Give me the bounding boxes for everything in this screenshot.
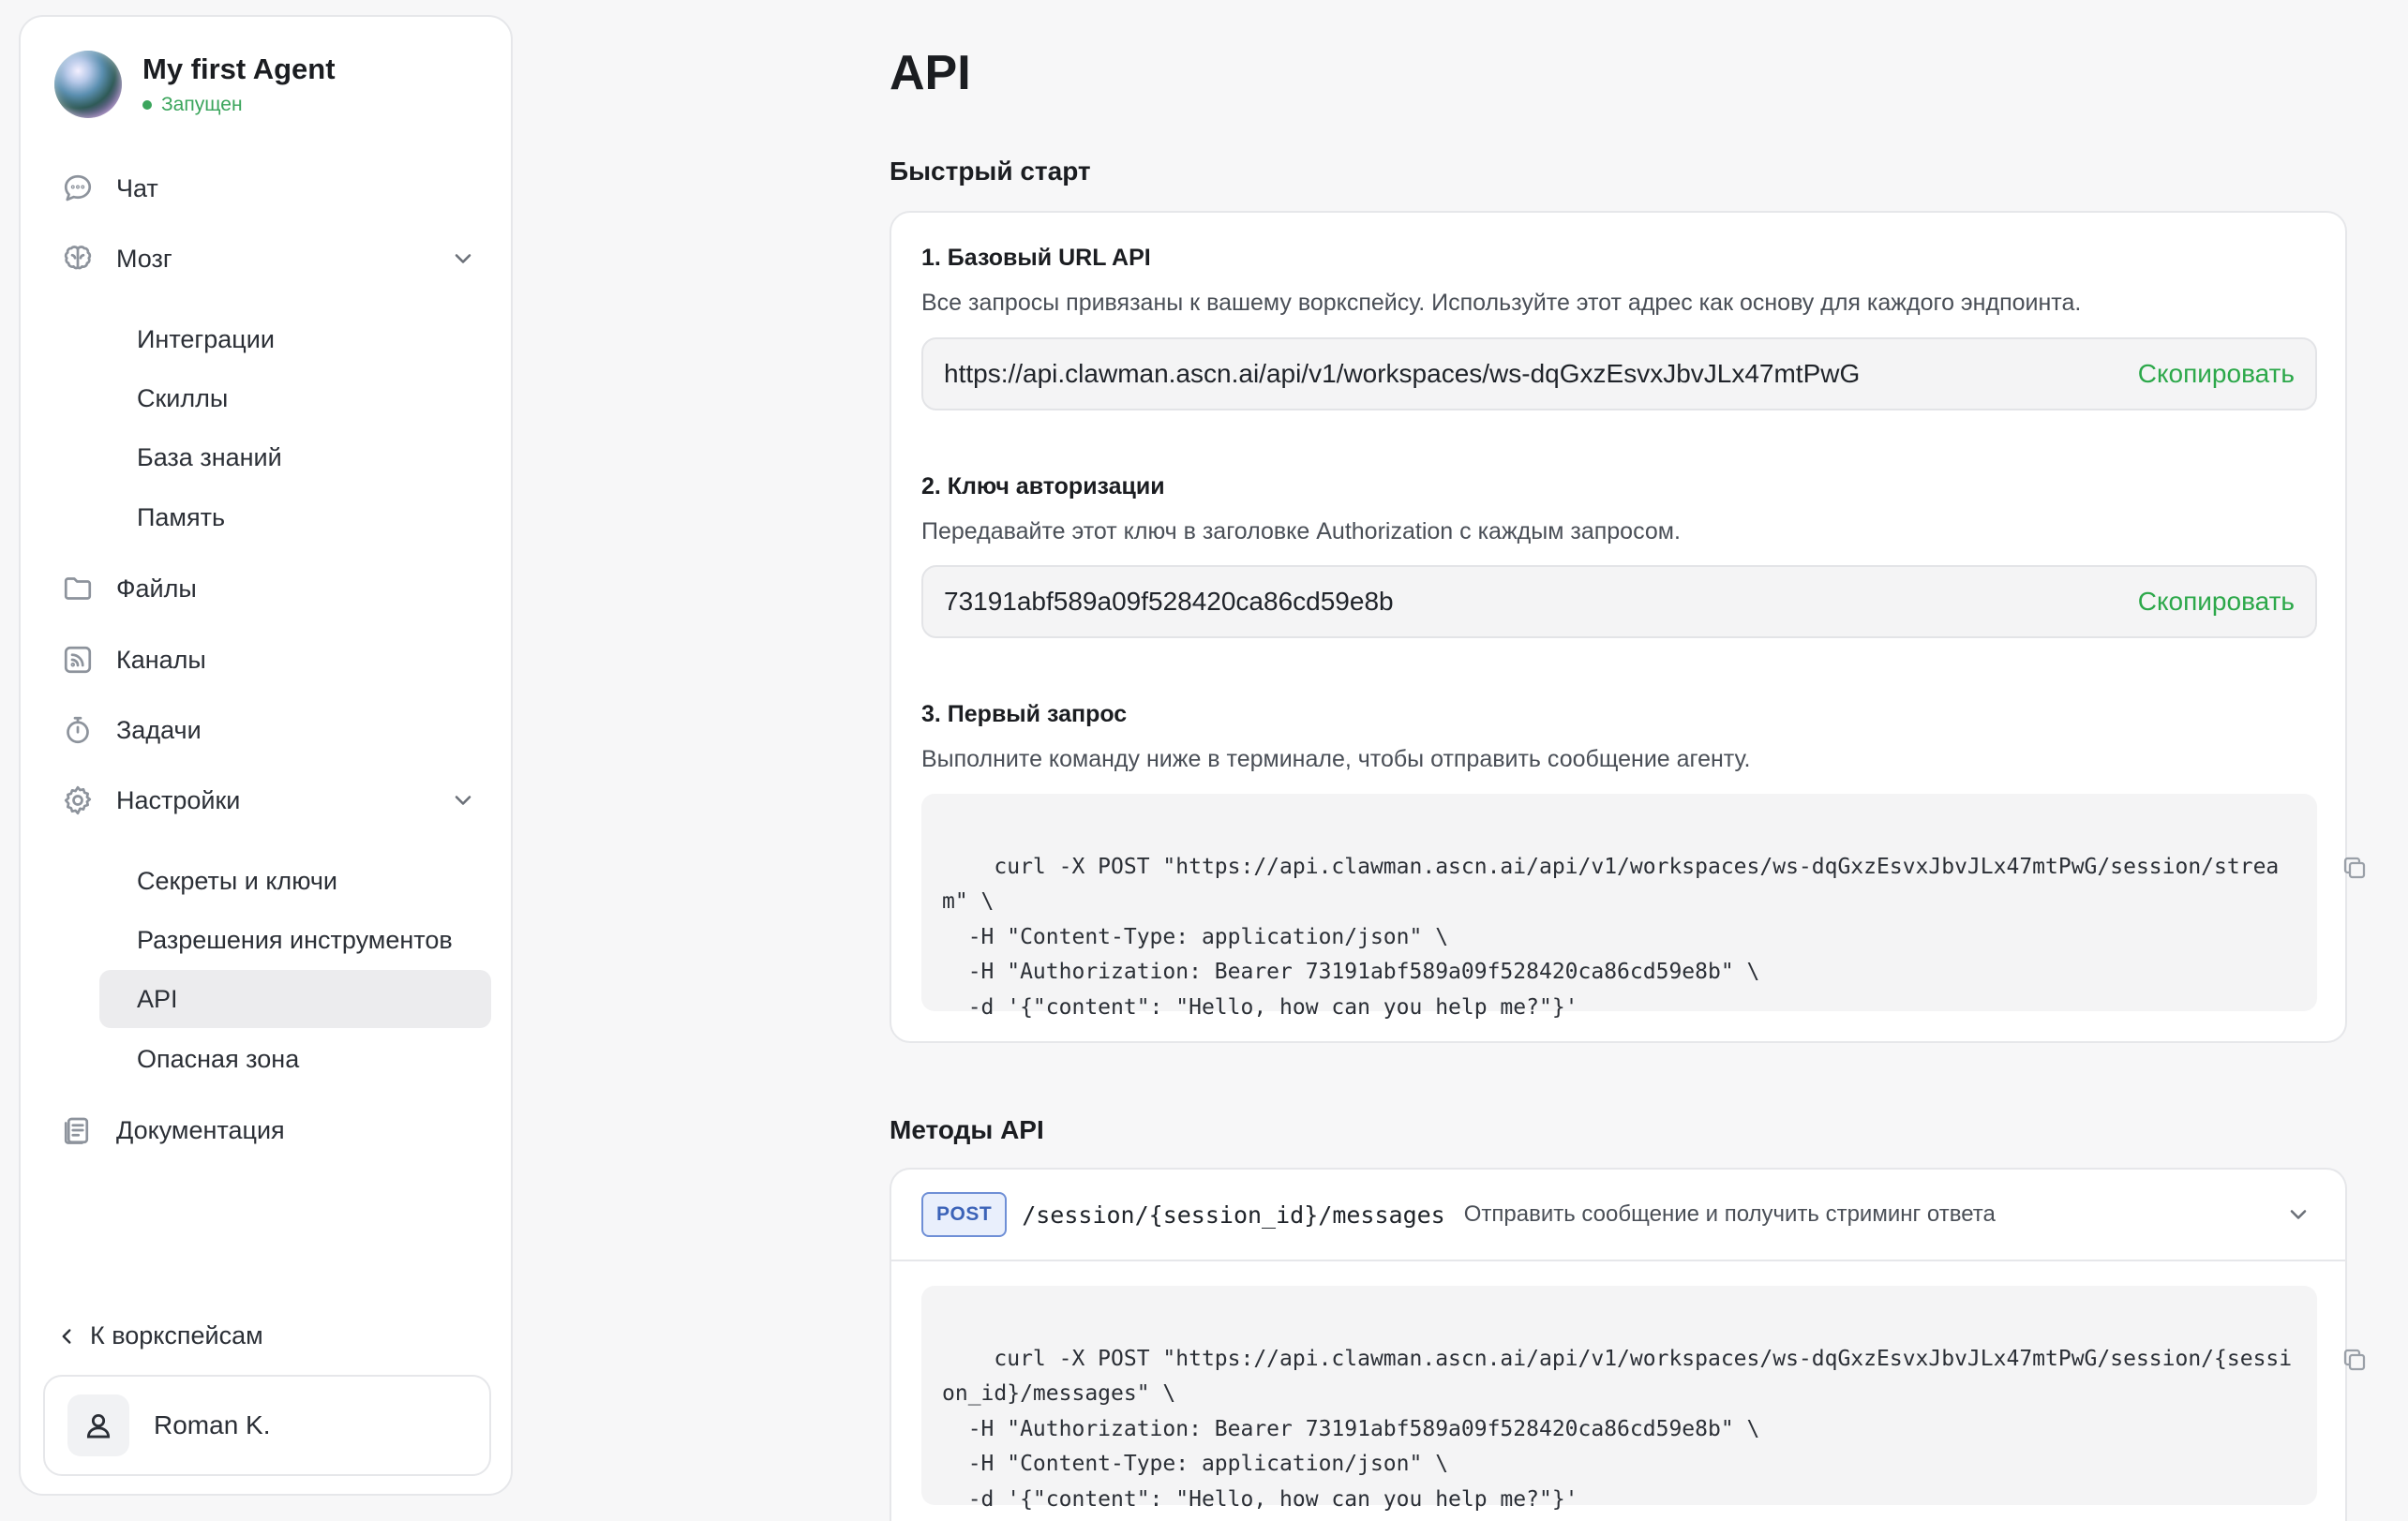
nav-item-label: Задачи bbox=[116, 715, 202, 744]
base-url-value[interactable]: https://api.clawman.ascn.ai/api/v1/works… bbox=[944, 359, 1860, 389]
agent-avatar bbox=[54, 51, 122, 118]
chevron-left-icon bbox=[62, 1328, 71, 1344]
nav-item-label: Файлы bbox=[116, 574, 197, 603]
agent-header[interactable]: My first Agent Запущен bbox=[54, 51, 336, 118]
sidebar-item-memory[interactable]: Память bbox=[99, 488, 491, 546]
step-2-description: Передавайте этот ключ в заголовке Author… bbox=[921, 518, 1681, 544]
chevron-down-icon[interactable] bbox=[450, 787, 476, 813]
agent-name: My first Agent bbox=[142, 52, 336, 85]
rss-icon bbox=[60, 642, 96, 678]
nav-item-files[interactable]: Файлы bbox=[60, 559, 491, 618]
sidebar-item-secrets[interactable]: Секреты и ключи bbox=[99, 852, 491, 910]
step-1-title: 1. Базовый URL API bbox=[921, 245, 1151, 271]
back-to-workspaces-link[interactable]: К воркспейсам bbox=[54, 1321, 263, 1350]
user-card[interactable]: Roman K. bbox=[43, 1375, 491, 1476]
auth-key-field[interactable]: 73191abf589a09f528420ca86cd59e8b Скопиро… bbox=[921, 565, 2317, 638]
folder-icon bbox=[60, 571, 96, 606]
endpoint-description: Отправить сообщение и получить стриминг … bbox=[1463, 1201, 1996, 1227]
agent-status: Запущен bbox=[142, 94, 336, 116]
auth-key-value[interactable]: 73191abf589a09f528420ca86cd59e8b bbox=[944, 587, 1394, 617]
api-method-card: POST /session/{session_id}/messages Отпр… bbox=[890, 1168, 2366, 1521]
quickstart-card: 1. Базовый URL API Все запросы привязаны… bbox=[890, 211, 2366, 1043]
copy-icon[interactable] bbox=[2263, 818, 2366, 878]
chat-bubble-icon bbox=[60, 171, 96, 206]
copy-icon[interactable] bbox=[2263, 1310, 2366, 1370]
sidebar: My first Agent Запущен Чат Мозг Интеграц… bbox=[19, 15, 513, 1496]
step-2-title: 2. Ключ авторизации bbox=[921, 473, 1165, 500]
nav-item-label: Документация bbox=[116, 1115, 285, 1144]
step-3-title: 3. Первый запрос bbox=[921, 701, 1128, 727]
step-1-description: Все запросы привязаны к вашему воркспейс… bbox=[921, 290, 2082, 316]
step-3-description: Выполните команду ниже в терминале, чтоб… bbox=[921, 746, 1751, 772]
first-request-code[interactable]: curl -X POST "https://api.clawman.ascn.a… bbox=[942, 855, 2279, 1020]
gear-icon bbox=[60, 783, 96, 818]
sidebar-item-skills[interactable]: Скиллы bbox=[99, 369, 491, 427]
status-dot-icon bbox=[142, 100, 152, 110]
user-name: Roman K. bbox=[154, 1410, 271, 1439]
sidebar-item-tool-permissions[interactable]: Разрешения инструментов bbox=[99, 911, 491, 969]
nav-item-chat[interactable]: Чат bbox=[60, 159, 491, 217]
endpoint-path: /session/{session_id}/messages bbox=[1022, 1200, 1445, 1229]
sidebar-item-api[interactable]: API bbox=[99, 970, 491, 1028]
brain-icon bbox=[60, 241, 96, 276]
nav-item-brain[interactable]: Мозг bbox=[60, 230, 491, 288]
nav-item-label: Настройки bbox=[116, 785, 241, 814]
nav-item-tasks[interactable]: Задачи bbox=[60, 701, 491, 759]
user-icon bbox=[67, 1394, 129, 1456]
nav-item-label: Мозг bbox=[116, 244, 172, 273]
nav-item-docs[interactable]: Документация bbox=[60, 1101, 491, 1159]
quickstart-heading: Быстрый старт bbox=[890, 157, 1091, 186]
sidebar-item-danger-zone[interactable]: Опасная зона bbox=[99, 1030, 491, 1088]
nav-item-channels[interactable]: Каналы bbox=[60, 631, 491, 689]
http-method-badge: POST bbox=[921, 1192, 1008, 1237]
nav-item-settings[interactable]: Настройки bbox=[60, 771, 491, 829]
sidebar-item-integrations[interactable]: Интеграции bbox=[99, 310, 491, 368]
method-code-block[interactable]: curl -X POST "https://api.clawman.ascn.a… bbox=[921, 1286, 2366, 1512]
api-methods-heading: Методы API bbox=[890, 1115, 1044, 1144]
back-link-label: К воркспейсам bbox=[90, 1321, 263, 1350]
nav-item-label: Чат bbox=[116, 173, 158, 202]
chevron-down-icon[interactable] bbox=[2285, 1201, 2313, 1230]
document-icon bbox=[60, 1112, 96, 1148]
base-url-field[interactable]: https://api.clawman.ascn.ai/api/v1/works… bbox=[921, 337, 2317, 410]
copy-auth-key-button[interactable]: Скопировать bbox=[2138, 587, 2295, 617]
agent-status-label: Запущен bbox=[161, 94, 243, 115]
method-code[interactable]: curl -X POST "https://api.clawman.ascn.a… bbox=[942, 1347, 2292, 1512]
nav-item-label: Каналы bbox=[116, 645, 206, 674]
copy-base-url-button[interactable]: Скопировать bbox=[2138, 359, 2295, 389]
sidebar-item-knowledge-base[interactable]: База знаний bbox=[99, 428, 491, 486]
first-request-code-block[interactable]: curl -X POST "https://api.clawman.ascn.a… bbox=[921, 794, 2366, 1020]
api-method-header[interactable]: POST /session/{session_id}/messages Отпр… bbox=[891, 1170, 2345, 1261]
chevron-down-icon[interactable] bbox=[450, 246, 476, 272]
page-title: API bbox=[890, 46, 971, 100]
timer-icon bbox=[60, 712, 96, 748]
